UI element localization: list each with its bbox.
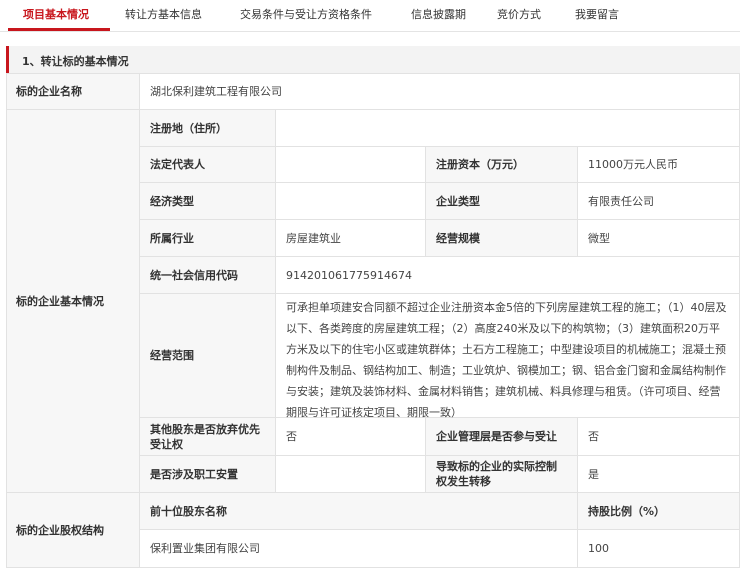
company-name-label: 标的企业名称 bbox=[6, 73, 140, 110]
staff-placement-value bbox=[276, 456, 426, 493]
reg-address-label: 注册地（住所） bbox=[140, 110, 276, 147]
share-ratio-header: 持股比例（%） bbox=[578, 493, 740, 530]
tab-project-info[interactable]: 项目基本情况 bbox=[23, 8, 89, 28]
economic-type-value bbox=[276, 183, 426, 220]
tab-transaction-conditions[interactable]: 交易条件与受让方资格条件 bbox=[240, 8, 372, 28]
management-participation-value: 否 bbox=[578, 418, 740, 456]
section-header: 1、转让标的基本情况 bbox=[6, 46, 740, 73]
business-scope-label: 经营范围 bbox=[140, 294, 276, 418]
tab-disclosure-period[interactable]: 信息披露期 bbox=[411, 8, 466, 28]
waive-priority-label: 其他股东是否放弃优先受让权 bbox=[140, 418, 276, 456]
company-name-value: 湖北保利建筑工程有限公司 bbox=[140, 73, 740, 110]
reg-address-value bbox=[276, 110, 740, 147]
business-scope-value: 可承担单项建安合同额不超过企业注册资本金5倍的下列房屋建筑工程的施工；（1）40… bbox=[276, 294, 740, 419]
active-tab-indicator bbox=[8, 28, 110, 31]
industry-label: 所属行业 bbox=[140, 220, 276, 257]
tab-bidding-method[interactable]: 竞价方式 bbox=[497, 8, 541, 28]
tab-leave-message[interactable]: 我要留言 bbox=[575, 8, 619, 28]
shareholder-ratio: 100 bbox=[578, 530, 740, 568]
staff-placement-label: 是否涉及职工安置 bbox=[140, 456, 276, 493]
section-title: 1、转让标的基本情况 bbox=[22, 55, 129, 68]
business-scale-value: 微型 bbox=[578, 220, 740, 257]
company-type-value: 有限责任公司 bbox=[578, 183, 740, 220]
tab-transferor-info[interactable]: 转让方基本信息 bbox=[125, 8, 202, 28]
reg-capital-value: 11000万元人民币 bbox=[578, 147, 740, 183]
company-type-label: 企业类型 bbox=[426, 183, 578, 220]
management-participation-label: 企业管理层是否参与受让 bbox=[426, 418, 578, 456]
credit-code-value: 914201061775914674 bbox=[276, 257, 740, 294]
waive-priority-value: 否 bbox=[276, 418, 426, 456]
control-transfer-label: 导致标的企业的实际控制权发生转移 bbox=[426, 456, 578, 493]
basic-info-group-label: 标的企业基本情况 bbox=[6, 110, 140, 493]
shareholder-name: 保利置业集团有限公司 bbox=[140, 530, 578, 568]
legal-rep-value bbox=[276, 147, 426, 183]
business-scale-label: 经营规模 bbox=[426, 220, 578, 257]
reg-capital-label: 注册资本（万元） bbox=[426, 147, 578, 183]
legal-rep-label: 法定代表人 bbox=[140, 147, 276, 183]
top10-shareholders-header: 前十位股东名称 bbox=[140, 493, 578, 530]
equity-structure-group-label: 标的企业股权结构 bbox=[6, 493, 140, 568]
control-transfer-value: 是 bbox=[578, 456, 740, 493]
economic-type-label: 经济类型 bbox=[140, 183, 276, 220]
credit-code-label: 统一社会信用代码 bbox=[140, 257, 276, 294]
info-table: 标的企业名称 湖北保利建筑工程有限公司 标的企业基本情况 注册地（住所） 法定代… bbox=[6, 73, 740, 568]
tab-bar: 项目基本情况 转让方基本信息 交易条件与受让方资格条件 信息披露期 竞价方式 我… bbox=[0, 0, 740, 32]
industry-value: 房屋建筑业 bbox=[276, 220, 426, 257]
